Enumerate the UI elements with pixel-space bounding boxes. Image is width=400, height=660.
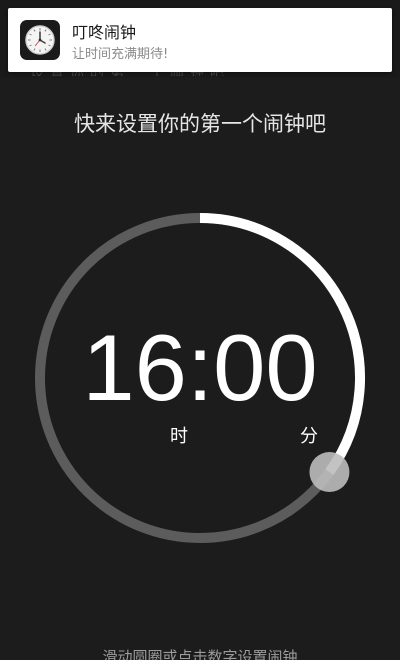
minutes-value[interactable]: 00 — [213, 315, 318, 420]
minute-unit-label: 分 — [300, 426, 318, 447]
dial-handle-knob[interactable] — [309, 452, 350, 493]
time-display: 16:00 — [0, 318, 400, 418]
instruction-hint: 滑动圆圈或点击数字设置闹钟 — [102, 648, 298, 660]
hour-unit-label: 时 — [170, 426, 188, 447]
time-separator: : — [186, 315, 214, 420]
hours-value[interactable]: 16 — [82, 315, 187, 420]
alarm-setup-screen: 设置你的第一个闹钟吧 — [0, 0, 400, 660]
